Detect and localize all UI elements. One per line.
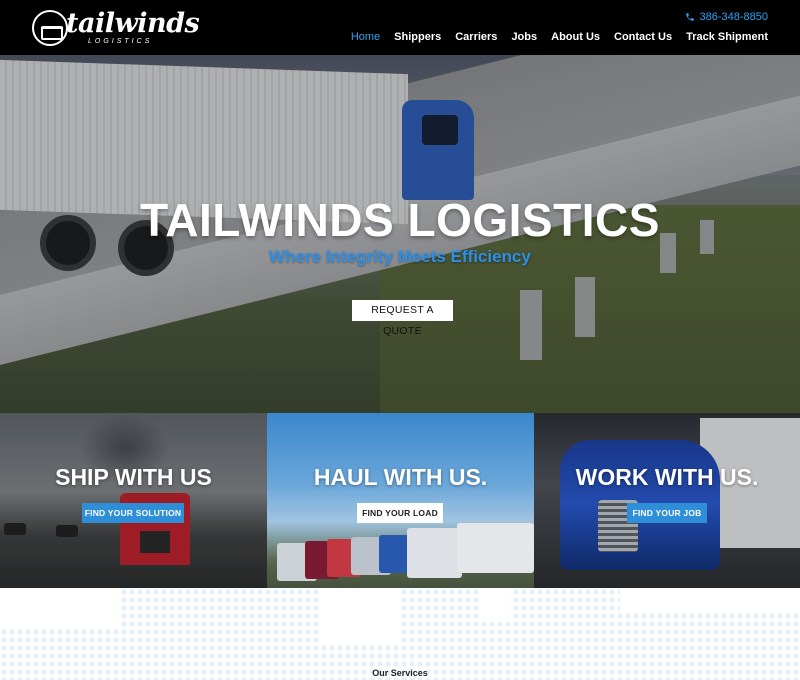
phone-number: 386-348-8850 (699, 11, 768, 23)
hero-title: TAILWINDS LOGISTICS (140, 194, 660, 246)
logo-wordmark: tailwinds (66, 8, 200, 39)
services-title: Our Services (372, 668, 428, 678)
hero-subtitle: Where Integrity Meets Efficiency (269, 247, 531, 266)
site-header: tailwinds LOGISTICS 386-348-8850 Home Sh… (0, 0, 800, 55)
ship-with-us-title: SHIP WITH US (55, 464, 212, 490)
site-logo[interactable]: tailwinds LOGISTICS (30, 6, 200, 48)
map-gap (480, 588, 510, 618)
find-your-solution-button[interactable]: FIND YOUR SOLUTION (82, 503, 184, 523)
work-with-us-title: WORK WITH US. (575, 464, 759, 490)
nav-item-track-shipment[interactable]: Track Shipment (686, 31, 768, 43)
request-quote-button[interactable]: REQUEST A QUOTE (352, 300, 453, 337)
nav-item-about-us[interactable]: About Us (551, 31, 600, 43)
nav-item-contact-us[interactable]: Contact Us (614, 31, 672, 43)
logo-subtext: LOGISTICS (88, 38, 153, 45)
phone-link[interactable]: 386-348-8850 (685, 11, 768, 23)
phone-icon (686, 13, 695, 21)
find-your-job-button[interactable]: FIND YOUR JOB (627, 503, 707, 523)
haul-with-us-panel: HAUL WITH US. FIND YOUR LOAD (267, 413, 534, 588)
haul-with-us-title: HAUL WITH US. (313, 464, 488, 490)
nav-item-home[interactable]: Home (351, 31, 380, 43)
hero-section: TAILWINDS LOGISTICS Where Integrity Meet… (0, 55, 800, 413)
nav-item-shippers[interactable]: Shippers (394, 31, 441, 43)
panel-overlay (534, 413, 800, 588)
nav-item-carriers[interactable]: Carriers (455, 31, 497, 43)
main-nav: Home Shippers Carriers Jobs About Us Con… (351, 31, 768, 43)
panel-overlay (0, 413, 267, 588)
map-gap (320, 588, 400, 643)
panel-overlay (267, 413, 534, 588)
truck-logo-icon (32, 10, 68, 46)
ship-with-us-panel: SHIP WITH US FIND YOUR SOLUTION (0, 413, 267, 588)
nav-item-jobs[interactable]: Jobs (511, 31, 537, 43)
map-gap (0, 588, 120, 628)
work-with-us-panel: WORK WITH US. FIND YOUR JOB (534, 413, 800, 588)
find-your-load-button[interactable]: FIND YOUR LOAD (357, 503, 443, 523)
map-gap (620, 588, 800, 612)
services-section: Our Services (0, 588, 800, 680)
